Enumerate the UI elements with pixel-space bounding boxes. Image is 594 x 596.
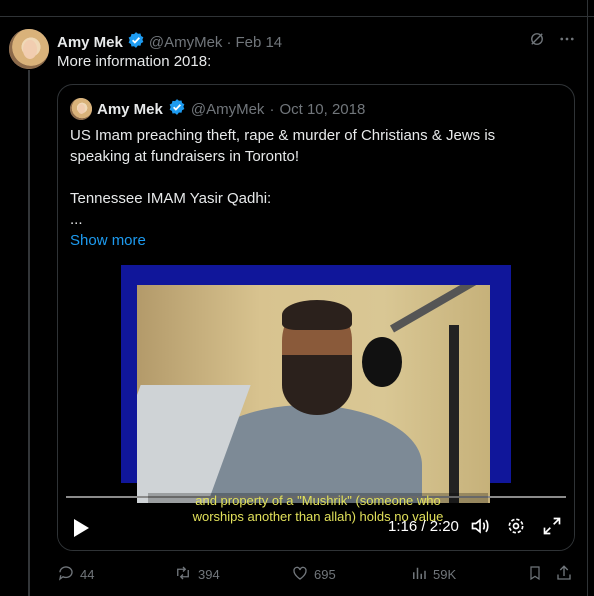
more-icon[interactable] xyxy=(558,30,576,53)
reply-count: 44 xyxy=(80,567,95,582)
quote-text-line: Tennessee IMAM Yasir Qadhi: xyxy=(70,190,272,207)
tweet-top-actions xyxy=(528,30,576,53)
fullscreen-icon[interactable] xyxy=(542,516,562,541)
right-divider xyxy=(587,0,588,596)
bookmark-button[interactable] xyxy=(527,564,543,585)
like-icon xyxy=(291,564,309,585)
views-icon xyxy=(410,564,428,585)
quote-avatar xyxy=(70,98,92,120)
settings-icon[interactable] xyxy=(506,516,526,541)
repost-button[interactable]: 394 xyxy=(173,564,220,585)
video-time: 1:16 / 2:20 xyxy=(388,518,459,535)
author-name[interactable]: Amy Mek xyxy=(57,34,123,51)
quote-text: US Imam preaching theft, rape & murder o… xyxy=(70,125,550,251)
quote-text-line: US Imam preaching theft, rape & murder o… xyxy=(70,127,496,165)
like-count: 695 xyxy=(314,567,336,582)
avatar[interactable] xyxy=(9,29,49,69)
microphone xyxy=(362,337,402,387)
quote-author-name[interactable]: Amy Mek xyxy=(97,101,163,118)
tweet-actions: 44 394 695 59K xyxy=(57,564,573,584)
speaker-beard xyxy=(282,355,352,415)
share-button[interactable] xyxy=(555,564,573,585)
show-more-link[interactable]: Show more xyxy=(70,230,550,251)
quote-text-line: ... xyxy=(70,211,83,228)
quote-dot-separator: · xyxy=(269,100,275,118)
quote-header: Amy Mek @AmyMek · Oct 10, 2018 xyxy=(70,98,365,120)
top-divider xyxy=(0,0,594,17)
quote-date[interactable]: Oct 10, 2018 xyxy=(279,101,365,118)
verified-badge-icon[interactable] xyxy=(127,31,145,53)
repost-count: 394 xyxy=(198,567,220,582)
like-button[interactable]: 695 xyxy=(291,564,336,585)
play-icon[interactable] xyxy=(72,518,90,543)
mic-stand xyxy=(449,325,459,503)
quote-author-handle[interactable]: @AmyMek xyxy=(191,101,265,118)
reply-icon xyxy=(57,564,75,585)
grok-icon[interactable] xyxy=(528,30,546,53)
views-button[interactable]: 59K xyxy=(410,564,456,585)
share-icon xyxy=(555,564,573,585)
tweet-text: More information 2018: xyxy=(57,53,212,70)
author-handle[interactable]: @AmyMek xyxy=(149,34,223,51)
reply-button[interactable]: 44 xyxy=(57,564,94,585)
views-count: 59K xyxy=(433,567,457,582)
bookmark-icon xyxy=(527,564,543,585)
video-player[interactable]: and property of a "Mushrik" (someone who… xyxy=(58,261,574,550)
avatar-face xyxy=(23,40,37,59)
repost-icon xyxy=(173,564,193,585)
tweet-header: Amy Mek @AmyMek · Feb 14 xyxy=(57,31,282,53)
caption-line: and property of a "Mushrik" (someone who xyxy=(195,493,441,508)
thread-line xyxy=(28,70,30,596)
tweet-date[interactable]: Feb 14 xyxy=(235,34,282,51)
video-thumbnail xyxy=(137,285,490,503)
mic-arm xyxy=(390,285,490,333)
quoted-tweet[interactable]: Amy Mek @AmyMek · Oct 10, 2018 US Imam p… xyxy=(57,84,575,551)
speaker-hair xyxy=(282,300,352,330)
dot-separator: · xyxy=(226,33,232,51)
verified-badge-icon xyxy=(168,98,186,120)
volume-icon[interactable] xyxy=(470,516,490,541)
